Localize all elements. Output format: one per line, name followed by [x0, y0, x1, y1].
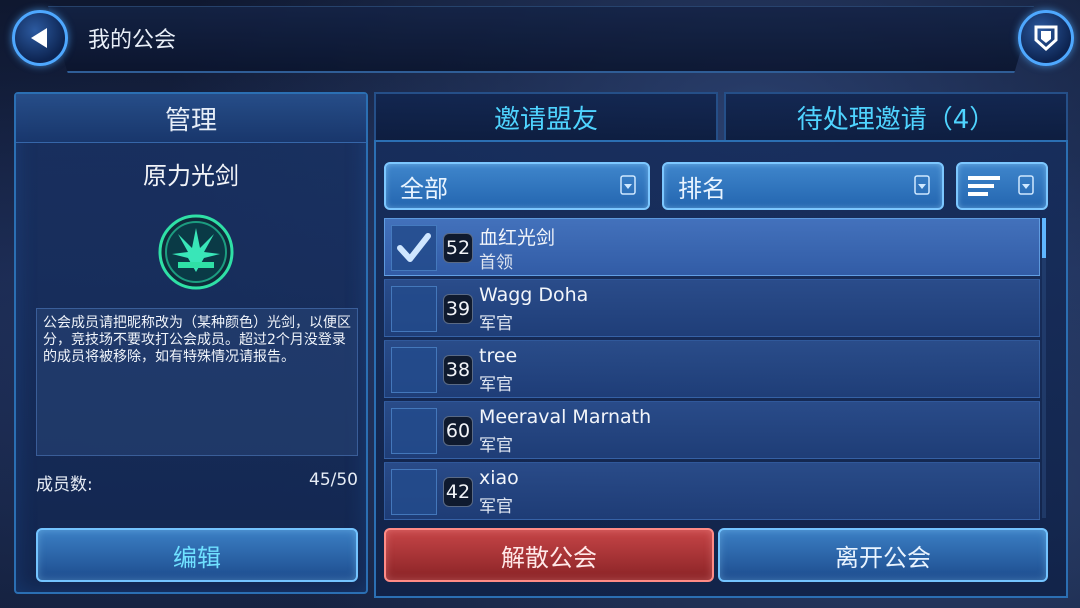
- top-bar: [48, 6, 1034, 73]
- tab-manage[interactable]: 管理: [16, 94, 366, 143]
- filter-dropdown-value: 全部: [400, 174, 448, 203]
- back-button[interactable]: [12, 10, 68, 66]
- member-name: xiao: [479, 467, 519, 489]
- page-title: 我的公会: [88, 28, 177, 53]
- guild-description-box: 公会成员请把昵称改为（某种颜色）光剑，以便区分，竞技场不要攻打公会成员。超过2个…: [36, 308, 358, 456]
- back-arrow-icon: [31, 28, 47, 48]
- member-row[interactable]: 60 Meeraval Marnath 军官: [384, 401, 1040, 459]
- guild-emblem-icon: [158, 214, 234, 290]
- chevron-down-icon: [1018, 175, 1034, 195]
- member-name: Wagg Doha: [479, 284, 589, 306]
- member-role: 军官: [479, 314, 513, 334]
- leave-guild-button[interactable]: 离开公会: [718, 528, 1048, 582]
- guild-name: 原力光剑: [143, 162, 239, 190]
- member-level: 39: [443, 294, 473, 324]
- member-list[interactable]: 52 血红光剑 首领 39 Wagg Doha 军官 38 tree 军官 60…: [384, 218, 1040, 520]
- member-checkbox[interactable]: [391, 408, 437, 454]
- scroll-thumb[interactable]: [1042, 218, 1046, 258]
- guild-description: 公会成员请把昵称改为（某种颜色）光剑，以便区分，竞技场不要攻打公会成员。超过2个…: [43, 315, 351, 365]
- member-level: 52: [443, 233, 473, 263]
- member-count-label: 成员数:: [36, 475, 93, 495]
- member-role: 军官: [479, 436, 513, 456]
- member-name: Meeraval Marnath: [479, 406, 652, 428]
- member-role: 军官: [479, 375, 513, 395]
- member-level: 42: [443, 477, 473, 507]
- sort-lines-icon: [968, 176, 1000, 196]
- disband-guild-button[interactable]: 解散公会: [384, 528, 714, 582]
- member-checkbox[interactable]: [391, 225, 437, 271]
- edit-button[interactable]: 编辑: [36, 528, 358, 582]
- guild-info-panel: 管理 原力光剑 公会成员请把昵称改为（某种颜色）光剑，以便区分，竞技场不要攻打公…: [14, 92, 368, 594]
- tab-pending-invites[interactable]: 待处理邀请（4）: [724, 92, 1068, 140]
- rank-dropdown[interactable]: 排名: [662, 162, 944, 210]
- member-level: 60: [443, 416, 473, 446]
- member-name: tree: [479, 345, 518, 367]
- member-row[interactable]: 42 xiao 军官: [384, 462, 1040, 520]
- tab-invite-allies[interactable]: 邀请盟友: [374, 92, 718, 140]
- guild-shield-button[interactable]: [1018, 10, 1074, 66]
- member-checkbox[interactable]: [391, 347, 437, 393]
- shield-icon: [1034, 25, 1058, 52]
- member-row[interactable]: 38 tree 军官: [384, 340, 1040, 398]
- sort-dropdown[interactable]: [956, 162, 1048, 210]
- member-checkbox[interactable]: [391, 469, 437, 515]
- member-row[interactable]: 39 Wagg Doha 军官: [384, 279, 1040, 337]
- member-count-value: 45/50: [309, 470, 358, 490]
- member-row[interactable]: 52 血红光剑 首领: [384, 218, 1040, 276]
- member-checkbox[interactable]: [391, 286, 437, 332]
- member-name: 血红光剑: [479, 227, 556, 249]
- member-role: 首领: [479, 253, 513, 273]
- member-list-scrollbar[interactable]: [1042, 218, 1046, 518]
- check-icon: [397, 233, 431, 262]
- filter-dropdown[interactable]: 全部: [384, 162, 650, 210]
- member-role: 军官: [479, 497, 513, 517]
- rank-dropdown-value: 排名: [678, 174, 726, 203]
- chevron-down-icon: [914, 175, 930, 195]
- chevron-down-icon: [620, 175, 636, 195]
- member-level: 38: [443, 355, 473, 385]
